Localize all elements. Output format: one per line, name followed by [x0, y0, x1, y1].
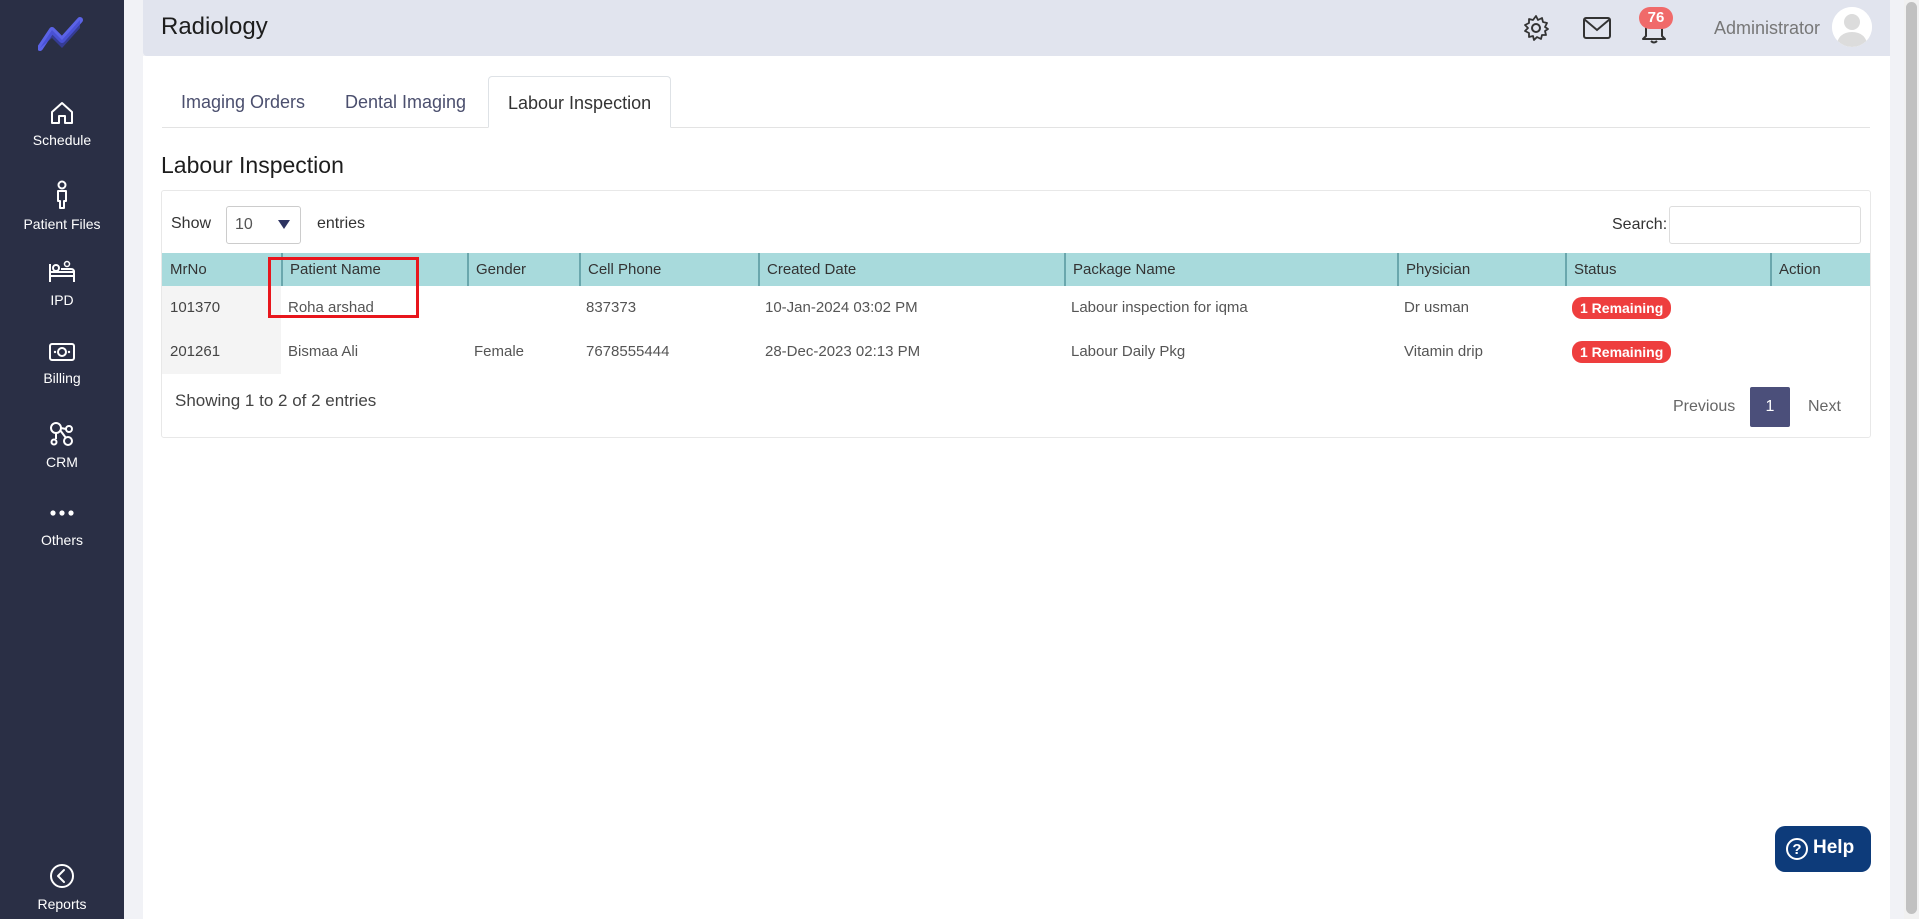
- sidebar-item-crm[interactable]: CRM: [0, 420, 124, 470]
- sidebar-item-billing[interactable]: Billing: [0, 340, 124, 386]
- cell-physician: Vitamin drip: [1404, 343, 1483, 360]
- sidebar-item-label: Schedule: [32, 132, 92, 148]
- tab-labour-inspection[interactable]: Labour Inspection: [488, 76, 672, 128]
- cell-status: 1 Remaining: [1565, 330, 1770, 374]
- sidebar-item-others[interactable]: Others: [0, 500, 124, 548]
- cell-gender: Female: [474, 343, 525, 360]
- col-cell-phone[interactable]: Cell Phone: [579, 253, 758, 286]
- money-icon: [49, 343, 75, 361]
- patient-icon: [57, 180, 67, 209]
- user-avatar-icon: [1832, 7, 1872, 47]
- col-gender[interactable]: Gender: [467, 253, 579, 286]
- sidebar-item-reports[interactable]: Reports: [0, 862, 124, 912]
- cell-created-date: 10-Jan-2024 03:02 PM: [765, 299, 918, 316]
- cell-patient-name[interactable]: Bismaa Ali: [281, 330, 467, 374]
- pagination-page-1[interactable]: 1: [1750, 387, 1790, 427]
- status-badge[interactable]: 1 Remaining: [1572, 341, 1672, 364]
- col-package-name[interactable]: Package Name: [1064, 253, 1397, 286]
- sidebar-item-label: Patient Files: [23, 216, 101, 232]
- section-title: Labour Inspection: [161, 152, 344, 178]
- table-row[interactable]: 101370 Roha arshad 837373 10-Jan-2024 03…: [162, 286, 1870, 330]
- sidebar-item-label: Others: [40, 532, 83, 548]
- col-created-date[interactable]: Created Date: [758, 253, 1064, 286]
- cell-phone: 837373: [586, 299, 637, 316]
- status-badge[interactable]: 1 Remaining: [1572, 297, 1672, 320]
- sidebar-item-label: IPD: [50, 292, 74, 308]
- cell-phone: 7678555444: [586, 343, 670, 360]
- search-input[interactable]: [1669, 206, 1861, 244]
- cell-patient-name[interactable]: Roha arshad: [281, 286, 467, 330]
- tab-imaging-orders[interactable]: Imaging Orders: [162, 76, 324, 128]
- page-title: Radiology: [161, 13, 268, 40]
- cell-physician: Dr usman: [1404, 299, 1470, 316]
- cell-status: 1 Remaining: [1565, 286, 1770, 330]
- sidebar-item-patient-files[interactable]: Patient Files: [0, 180, 124, 232]
- home-icon: [51, 102, 73, 124]
- cell-package-name: Labour Daily Pkg: [1071, 343, 1186, 360]
- table-row[interactable]: 201261 Bismaa Ali Female 7678555444 28-D…: [162, 330, 1870, 374]
- bed-icon: [49, 260, 75, 282]
- sidebar-item-label: Reports: [37, 896, 87, 912]
- cell-mrno: 201261: [162, 330, 281, 374]
- entries-select[interactable]: 10: [226, 206, 301, 244]
- scrollbar-thumb[interactable]: [1906, 2, 1917, 914]
- caret-down-icon: [278, 220, 290, 229]
- pagination-next[interactable]: Next: [1808, 387, 1841, 427]
- show-label: Show: [171, 215, 212, 232]
- col-patient-name[interactable]: Patient Name: [281, 253, 467, 286]
- sidebar-item-ipd[interactable]: IPD: [0, 260, 124, 308]
- search-label: Search:: [1612, 216, 1668, 233]
- help-button[interactable]: ? Help: [1775, 826, 1871, 872]
- user-name[interactable]: Administrator: [1714, 18, 1820, 39]
- main-panel: [143, 56, 1890, 919]
- entries-value: 10: [235, 216, 253, 233]
- col-physician[interactable]: Physician: [1397, 253, 1565, 286]
- col-mrno[interactable]: MrNo: [162, 253, 281, 286]
- cell-mrno: 101370: [162, 286, 281, 330]
- help-question-icon: ?: [1786, 838, 1808, 860]
- cell-package-name: Labour inspection for iqma: [1071, 299, 1248, 316]
- sidebar: Schedule Patient Files IPD Billing CRM O…: [0, 0, 124, 919]
- more-dots-icon: [50, 510, 74, 516]
- back-circle-icon: [50, 864, 74, 888]
- cell-created-date: 28-Dec-2023 02:13 PM: [765, 343, 921, 360]
- sidebar-item-label: CRM: [46, 454, 78, 470]
- cell-action[interactable]: [1770, 286, 1870, 330]
- sidebar-item-label: Billing: [43, 370, 81, 386]
- table-header: MrNo Patient Name Gender Cell Phone Crea…: [162, 253, 1870, 286]
- tab-dental-imaging[interactable]: Dental Imaging: [326, 76, 485, 128]
- gear-icon[interactable]: [1522, 14, 1550, 42]
- col-status[interactable]: Status: [1565, 253, 1770, 286]
- mail-icon[interactable]: [1582, 16, 1612, 40]
- notification-badge[interactable]: 76: [1639, 7, 1673, 29]
- col-action[interactable]: Action: [1770, 253, 1870, 286]
- header-bar: [143, 0, 1890, 56]
- cell-gender: [467, 286, 579, 330]
- table-info: Showing 1 to 2 of 2 entries: [175, 391, 377, 410]
- pagination-previous[interactable]: Previous: [1673, 387, 1735, 427]
- avatar[interactable]: [1832, 7, 1872, 47]
- sidebar-item-schedule[interactable]: Schedule: [0, 100, 124, 148]
- cell-action[interactable]: [1770, 330, 1870, 374]
- network-icon: [50, 422, 73, 446]
- entries-label: entries: [317, 215, 366, 232]
- trend-line-logo[interactable]: [38, 16, 84, 52]
- help-label: Help: [1813, 837, 1855, 858]
